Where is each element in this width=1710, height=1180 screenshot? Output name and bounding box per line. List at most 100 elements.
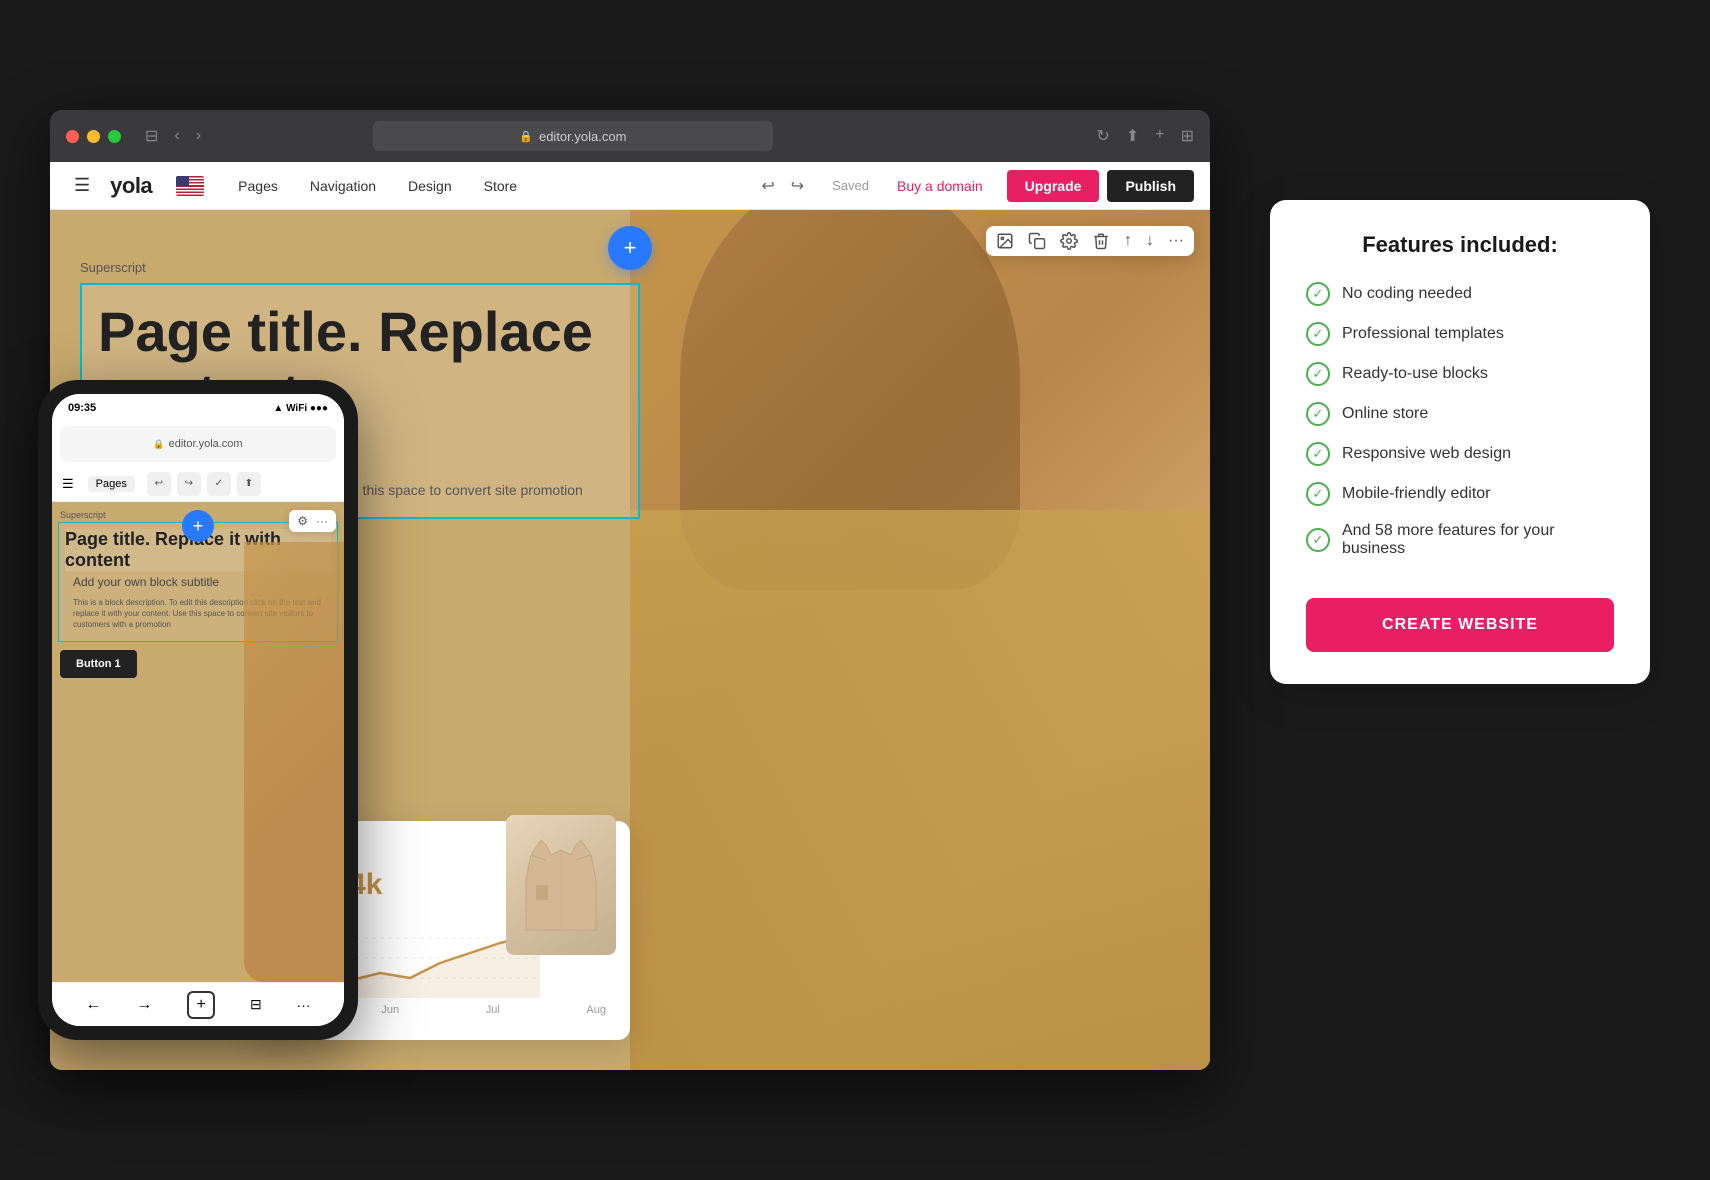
browser-titlebar: ⊟ ‹ › 🔒 editor.yola.com ↻ ⬆ + ⊞ [50,110,1210,162]
create-website-button[interactable]: CREATE WEBSITE [1306,598,1614,652]
image-toolbar-icon[interactable] [996,232,1014,250]
redo-icon[interactable]: ↪ [787,172,808,200]
model-body-shape [630,510,1210,1070]
undo-redo-controls: ↩ ↪ [745,172,820,200]
model-image [630,210,1210,1070]
phone-status-bar: 09:35 ▲ WiFi ●●● [52,394,344,422]
address-bar[interactable]: 🔒 editor.yola.com [373,121,773,151]
url-text: editor.yola.com [539,129,626,144]
feature-text-6: Mobile-friendly editor [1342,485,1491,503]
check-icon-4: ✓ [1306,402,1330,426]
check-icon-5: ✓ [1306,442,1330,466]
phone-nav: Pages ↩ ↪ ✓ ⬆ [80,472,269,496]
phone-time: 09:35 [68,402,96,414]
settings-toolbar-icon[interactable] [1060,232,1078,250]
product-image [506,815,616,955]
phone-forward-icon[interactable]: → [136,996,152,1014]
feature-text-1: No coding needed [1342,285,1472,303]
phone-mockup: 09:35 ▲ WiFi ●●● 🔒 editor.yola.com ☰ Pag… [38,380,358,1040]
feature-item-5: ✓ Responsive web design [1306,442,1614,466]
feature-text-4: Online store [1342,405,1428,423]
superscript-label: Superscript [80,260,640,275]
tab-group-icon[interactable]: ⊞ [1181,126,1194,146]
share-icon[interactable]: ⬆ [1126,126,1139,146]
check-icon-6: ✓ [1306,482,1330,506]
phone-share-icon[interactable]: ⬆ [237,472,261,496]
app-toolbar: ☰ yola Pages Navigation Design Store ↩ ↪… [50,162,1210,210]
sidebar-toggle-icon[interactable]: ⊟ [141,124,162,148]
phone-pages-label[interactable]: Pages [88,476,135,492]
month-jul: Jul [486,1004,500,1016]
feature-item-4: ✓ Online store [1306,402,1614,426]
check-icon-3: ✓ [1306,362,1330,386]
phone-url: editor.yola.com [169,438,243,450]
feature-text-3: Ready-to-use blocks [1342,365,1488,383]
back-icon[interactable]: ‹ [170,125,183,147]
phone-more-bottom-icon[interactable]: ··· [297,997,311,1013]
nav-design[interactable]: Design [394,172,466,200]
maximize-button[interactable] [108,130,121,143]
upgrade-button[interactable]: Upgrade [1007,170,1100,202]
move-up-toolbar-icon[interactable]: ↑ [1124,232,1132,250]
jacket-svg [521,830,601,940]
phone-button-1[interactable]: Button 1 [60,650,137,678]
feature-item-6: ✓ Mobile-friendly editor [1306,482,1614,506]
feature-item-1: ✓ No coding needed [1306,282,1614,306]
buy-domain-button[interactable]: Buy a domain [881,170,999,202]
phone-settings-icon[interactable]: ⚙ [297,514,308,528]
feature-text-5: Responsive web design [1342,445,1511,463]
feature-item-7: ✓ And 58 more features for your business [1306,522,1614,558]
features-card-title: Features included: [1306,232,1614,258]
phone-screen: 09:35 ▲ WiFi ●●● 🔒 editor.yola.com ☰ Pag… [52,394,344,1026]
phone-lock-icon: 🔒 [153,439,164,450]
element-toolbar: ↑ ↓ ··· [986,226,1194,256]
browser-navigation: ⊟ ‹ › [141,124,205,148]
hamburger-menu-button[interactable]: ☰ [66,167,98,204]
phone-bottom-bar: ← → + ⊟ ··· [52,982,344,1026]
feature-text-7: And 58 more features for your business [1342,522,1614,558]
reload-icon[interactable]: ↻ [1096,126,1109,146]
delete-toolbar-icon[interactable] [1092,232,1110,250]
language-flag-icon[interactable] [176,176,204,196]
phone-undo-icon[interactable]: ↩ [147,472,171,496]
copy-toolbar-icon[interactable] [1028,232,1046,250]
undo-icon[interactable]: ↩ [757,172,778,200]
month-jun: Jun [381,1004,399,1016]
phone-status-icons: ▲ WiFi ●●● [273,403,328,414]
phone-back-icon[interactable]: ← [85,996,101,1014]
feature-text-2: Professional templates [1342,325,1504,343]
publish-button[interactable]: Publish [1107,170,1194,202]
add-section-button[interactable]: + [608,226,652,270]
plus-icon: + [624,235,637,261]
new-tab-icon[interactable]: + [1155,126,1164,146]
forward-icon[interactable]: › [192,125,205,147]
phone-redo-icon[interactable]: ↪ [177,472,201,496]
minimize-button[interactable] [87,130,100,143]
phone-model-image [244,542,344,982]
more-options-toolbar-icon[interactable]: ··· [1168,232,1184,250]
yola-logo: yola [110,173,152,199]
nav-store[interactable]: Store [470,172,531,200]
toolbar-nav: Pages Navigation Design Store [224,172,531,200]
saved-status: Saved [820,178,881,193]
phone-check-icon[interactable]: ✓ [207,472,231,496]
feature-item-3: ✓ Ready-to-use blocks [1306,362,1614,386]
traffic-lights [66,130,121,143]
move-down-toolbar-icon[interactable]: ↓ [1146,232,1154,250]
nav-pages[interactable]: Pages [224,172,292,200]
close-button[interactable] [66,130,79,143]
phone-more-icon[interactable]: ··· [316,514,328,528]
phone-toolbar: ☰ Pages ↩ ↪ ✓ ⬆ [52,466,344,502]
nav-navigation[interactable]: Navigation [296,172,390,200]
lock-icon: 🔒 [519,130,533,143]
phone-plus-icon: + [193,516,204,537]
phone-add-bottom-icon[interactable]: + [187,991,215,1019]
phone-add-button[interactable]: + [182,510,214,542]
phone-hamburger-icon[interactable]: ☰ [62,476,74,492]
feature-item-2: ✓ Professional templates [1306,322,1614,346]
phone-element-toolbar: ⚙ ··· [289,510,336,532]
browser-right-controls: ↻ ⬆ + ⊞ [1096,126,1194,146]
phone-address-bar[interactable]: 🔒 editor.yola.com [60,426,336,462]
phone-tab-icon[interactable]: ⊟ [250,996,262,1013]
month-aug: Aug [586,1004,606,1016]
